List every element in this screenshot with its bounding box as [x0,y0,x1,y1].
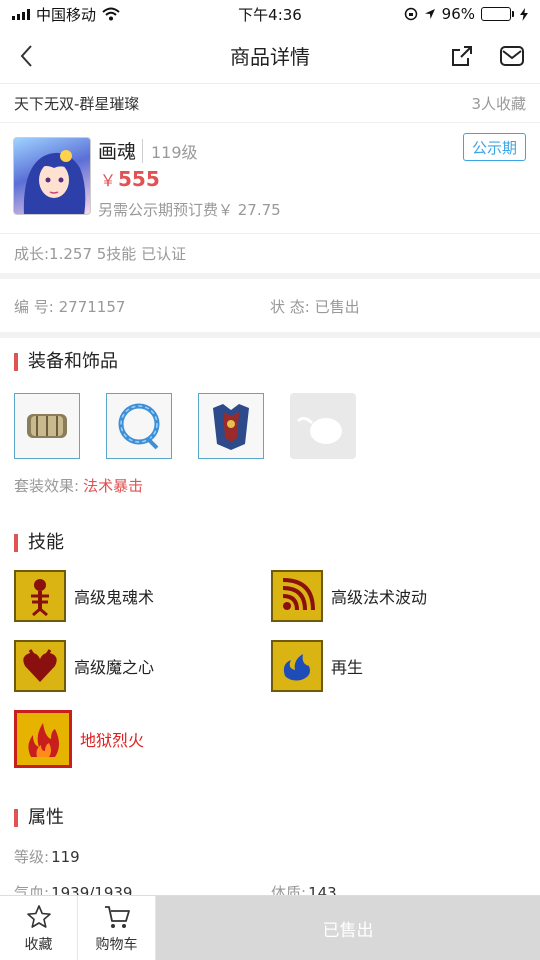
item-level: 119级 [142,139,198,163]
location-icon [424,9,435,19]
share-icon [452,46,472,66]
item-summary: 画魂 119级 公示期 ￥ 555 另需公示期预订费￥ 27.75 [0,123,540,233]
bracer-icon [27,414,67,438]
skill-name: 高级法术波动 [331,588,428,607]
equipment-slot-2[interactable] [106,393,172,459]
id-value: 2771157 [58,297,126,316]
skill-item[interactable]: 高级魔之心 [14,640,154,692]
necklace-icon [118,403,160,450]
back-button[interactable] [10,40,42,72]
level-label: 等级: [14,848,50,866]
chevron-left-icon [20,45,32,67]
share-button[interactable] [446,40,478,72]
favorite-label: 收藏 [24,936,53,953]
level-value: 119 [51,848,80,866]
skill-name: 高级魔之心 [74,658,155,677]
clock: 下午4:36 [238,5,302,24]
cart-button[interactable]: 购物车 [78,896,156,960]
reservation-fee: 另需公示期预订费￥ 27.75 [98,201,281,219]
skill-item[interactable]: 高级法术波动 [271,570,427,622]
heart-icon [14,640,66,692]
set-effect: 套装效果: 法术暴击 [14,475,143,496]
bottom-action-bar: 收藏 购物车 已售出 [0,895,540,960]
set-effect-label: 套装效果: [14,477,80,495]
page-title: 商品详情 [230,45,310,69]
attributes-section-title: 属性 [14,809,64,827]
skill-name: 高级鬼魂术 [74,588,155,607]
charging-icon [520,7,528,21]
wifi-icon [102,7,120,21]
mail-button[interactable] [496,40,528,72]
wave-icon [271,570,323,622]
favorite-count: 3人收藏 [471,95,526,113]
price: ￥ 555 [100,167,160,191]
skeleton-icon [14,570,66,622]
growth-text: 成长:1.257 5技能 已认证 [14,245,187,263]
sold-out-label: 已售出 [322,920,374,941]
state-label: 状 态: [270,297,310,316]
equipment-list [14,393,356,459]
regen-icon [271,640,323,692]
set-effect-value: 法术暴击 [83,477,144,495]
state-field: 状 态: 已售出 [270,296,526,317]
character-avatar [13,137,91,215]
battery-icon [481,7,514,21]
equipment-slot-1[interactable] [14,393,80,459]
public-period-badge: 公示期 [462,133,526,161]
battery-percent: 96% [441,5,475,23]
growth-row: 成长:1.257 5技能 已认证 [0,233,540,273]
character-portrait-icon [23,150,86,214]
price-currency: ￥ [100,171,117,190]
equipment-slot-3[interactable] [198,393,264,459]
rotation-lock-icon [404,7,417,21]
fire-icon [14,710,72,768]
level-attr: 等级: 119 [14,846,80,867]
item-name: 画魂 [98,141,137,163]
star-icon [26,904,51,928]
store-name[interactable]: 天下无双-群星璀璨 [14,93,139,114]
skill-item-highlighted[interactable]: 地狱烈火 [14,710,144,768]
price-value: 555 [118,167,160,191]
skill-name: 地狱烈火 [80,731,145,750]
state-value: 已售出 [314,297,360,316]
skill-item[interactable]: 再生 [271,640,363,692]
skills-section-title: 技能 [14,534,64,552]
divider [0,273,540,279]
store-row: 天下无双-群星璀璨 3人收藏 [0,85,540,123]
signal-icon [12,8,30,20]
armor-icon [213,404,249,450]
id-field: 编 号: 2771157 [14,296,270,317]
info-row: 编 号: 2771157 状 态: 已售出 [0,280,540,332]
equipment-slot-empty[interactable] [290,393,356,459]
skill-name: 再生 [331,658,364,677]
status-bar: 中国移动 下午4:36 96% [0,0,540,28]
equipment-section-title: 装备和饰品 [14,353,118,371]
cart-icon [104,905,130,928]
divider [0,332,540,338]
skill-item[interactable]: 高级鬼魂术 [14,570,154,622]
favorite-button[interactable]: 收藏 [0,896,78,960]
carrier-label: 中国移动 [36,5,97,24]
cart-label: 购物车 [95,936,138,953]
id-label: 编 号: [14,297,54,316]
pouch-placeholder-icon [296,416,342,444]
nav-bar: 商品详情 [0,28,540,84]
mail-icon [500,46,524,66]
sold-out-button[interactable]: 已售出 [156,896,540,960]
